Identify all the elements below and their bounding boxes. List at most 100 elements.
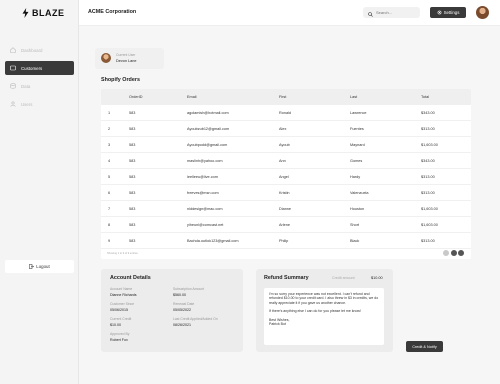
cell-index: 1 [108, 111, 111, 115]
cell-email: agolamish@hotmail.com [187, 111, 229, 115]
cell-last: Fuentes [350, 127, 364, 131]
table-row[interactable]: 4 583 maslinh@yahoo.com Ann Gomes $343.0… [101, 153, 471, 169]
field-value: $10.00 [110, 322, 121, 327]
column-header-orderid[interactable]: OrderID [129, 95, 143, 99]
user-avatar [101, 53, 111, 63]
field-account-name: Account Name Dianne Richards [110, 287, 137, 297]
pagination-page-button[interactable] [450, 250, 457, 256]
cell-last: Hardy [350, 175, 361, 179]
pagination-prev-button[interactable] [443, 250, 449, 256]
cell-first: Philip [279, 239, 289, 243]
field-value: 08/26/2021 [173, 322, 191, 327]
cell-email: nlddesign@mac.com [187, 207, 223, 211]
cell-total: $1,603.00 [421, 223, 438, 227]
account-details-card: Account Details Account Name Dianne Rich… [101, 269, 243, 352]
field-last-credit: Last Credit Applied/Added On 08/26/2021 [173, 317, 218, 327]
table-row[interactable]: 2 583 Ayoubzub12@gmail.com Alex Fuentes … [101, 121, 471, 137]
column-header-email[interactable]: Email [187, 95, 197, 99]
field-customer-since: Customer Since 05/06/2015 [110, 302, 134, 312]
current-user-card: Current User Devon Lane [95, 48, 164, 69]
cell-first: Angel [279, 175, 289, 179]
sidebar: BLAZE Dashboard Customers Data Users Log… [0, 0, 79, 384]
cell-total: $343.00 [421, 111, 435, 115]
cell-total: $343.00 [421, 159, 435, 163]
cell-index: 7 [108, 207, 111, 211]
credit-amount-value[interactable]: $10.00 [371, 276, 383, 280]
field-value: 05/06/2015 [110, 307, 128, 312]
cell-first: Arlene [279, 223, 290, 227]
sidebar-item-label: Data [21, 83, 31, 89]
org-name: ACME Corporation [88, 9, 137, 15]
search-input[interactable] [376, 10, 416, 15]
cell-index: 5 [108, 175, 111, 179]
refund-message-closing: If there's anything else I can do for yo… [269, 309, 361, 314]
field-label: Approved By [110, 332, 130, 336]
table-row[interactable]: 5 583 leelleeu@live.com Angel Hardy $313… [101, 169, 471, 185]
column-header-total[interactable]: Total [421, 95, 429, 99]
current-user-name: Devon Lane [116, 59, 137, 63]
table-row[interactable]: 8 583 yiheunl@comcast.net Arlene Short $… [101, 217, 471, 233]
search-bar[interactable] [363, 7, 420, 18]
field-label: Renewal Date [173, 302, 195, 306]
lightning-bolt-icon [22, 8, 29, 18]
logout-label: Logout [36, 264, 50, 269]
cell-email: Ayoubzub12@gmail.com [187, 127, 230, 131]
cell-total: $313.00 [421, 239, 435, 243]
cell-email: Ayoubpodd@gmail.com [187, 143, 228, 147]
sidebar-item-dashboard[interactable]: Dashboard [5, 43, 74, 57]
pagination-next-button[interactable] [458, 250, 464, 256]
cell-total: $313.00 [421, 191, 435, 195]
sidebar-item-users[interactable]: Users [5, 97, 74, 111]
sidebar-item-label: Dashboard [21, 47, 43, 53]
cell-index: 8 [108, 223, 111, 227]
cell-email: leelleeu@live.com [187, 175, 218, 179]
cell-orderid: 583 [129, 207, 136, 211]
field-approved-by: Approved By Robert Fox [110, 332, 129, 342]
table-footer: Showing 1 to 9 of 9 entries [101, 249, 471, 259]
sidebar-item-customers[interactable]: Customers [5, 61, 74, 75]
cell-email: maslinh@yahoo.com [187, 159, 223, 163]
sidebar-item-label: Customers [21, 65, 43, 71]
credit-notify-button[interactable]: Credit & Notify [406, 341, 443, 352]
field-value: Dianne Richards [110, 292, 137, 297]
field-label: Customer Since [110, 302, 135, 306]
table-row[interactable]: 1 583 agolamish@hotmail.com Ronald Lawre… [101, 105, 471, 121]
cell-orderid: 583 [129, 159, 136, 163]
cell-last: Gomes [350, 159, 363, 163]
home-icon [10, 47, 16, 53]
orders-title: Shopify Orders [101, 77, 140, 83]
field-label: Subscription Amount [173, 287, 205, 291]
cell-first: Ayoub [279, 143, 290, 147]
sidebar-item-label: Users [21, 101, 33, 107]
avatar[interactable] [476, 6, 489, 19]
cell-last: Valenzuela [350, 191, 369, 195]
cell-last: Maynard [350, 143, 365, 147]
field-value: 05/05/2022 [173, 307, 191, 312]
cell-total: $1,603.00 [421, 143, 438, 147]
cell-total: $313.00 [421, 175, 435, 179]
column-header-first[interactable]: First [279, 95, 286, 99]
cell-orderid: 583 [129, 143, 136, 147]
table-row[interactable]: 6 583 freeves@msn.com Kristin Valenzuela… [101, 185, 471, 201]
database-icon [10, 83, 16, 89]
sidebar-nav: Dashboard Customers Data Users [5, 43, 74, 115]
logout-button[interactable]: Logout [5, 260, 74, 273]
cell-index: 9 [108, 239, 111, 243]
gear-icon [437, 10, 442, 16]
sidebar-item-data[interactable]: Data [5, 79, 74, 93]
table-row[interactable]: 3 583 Ayoubpodd@gmail.com Ayoub Maynard … [101, 137, 471, 153]
user-icon [10, 101, 16, 107]
refund-summary-card: Refund Summary Credit amount $10.00 I'm … [256, 269, 393, 352]
refund-message[interactable]: I'm so sorry your experience was not exc… [264, 288, 384, 345]
logo: BLAZE [22, 8, 65, 18]
users-icon [10, 65, 16, 71]
pagination [443, 250, 464, 256]
table-row[interactable]: 9 583 Bachda.outlok123@gmail.com Philip … [101, 233, 471, 249]
column-header-last[interactable]: Last [350, 95, 357, 99]
cell-orderid: 583 [129, 223, 136, 227]
field-subscription-amount: Subscription Amount $560.00 [173, 287, 204, 297]
refund-message-body: I'm so sorry your experience was not exc… [269, 292, 379, 305]
settings-button[interactable]: Settings [430, 7, 466, 18]
credit-amount-label: Credit amount [332, 276, 355, 280]
table-row[interactable]: 7 583 nlddesign@mac.com Dianne Houston $… [101, 201, 471, 217]
